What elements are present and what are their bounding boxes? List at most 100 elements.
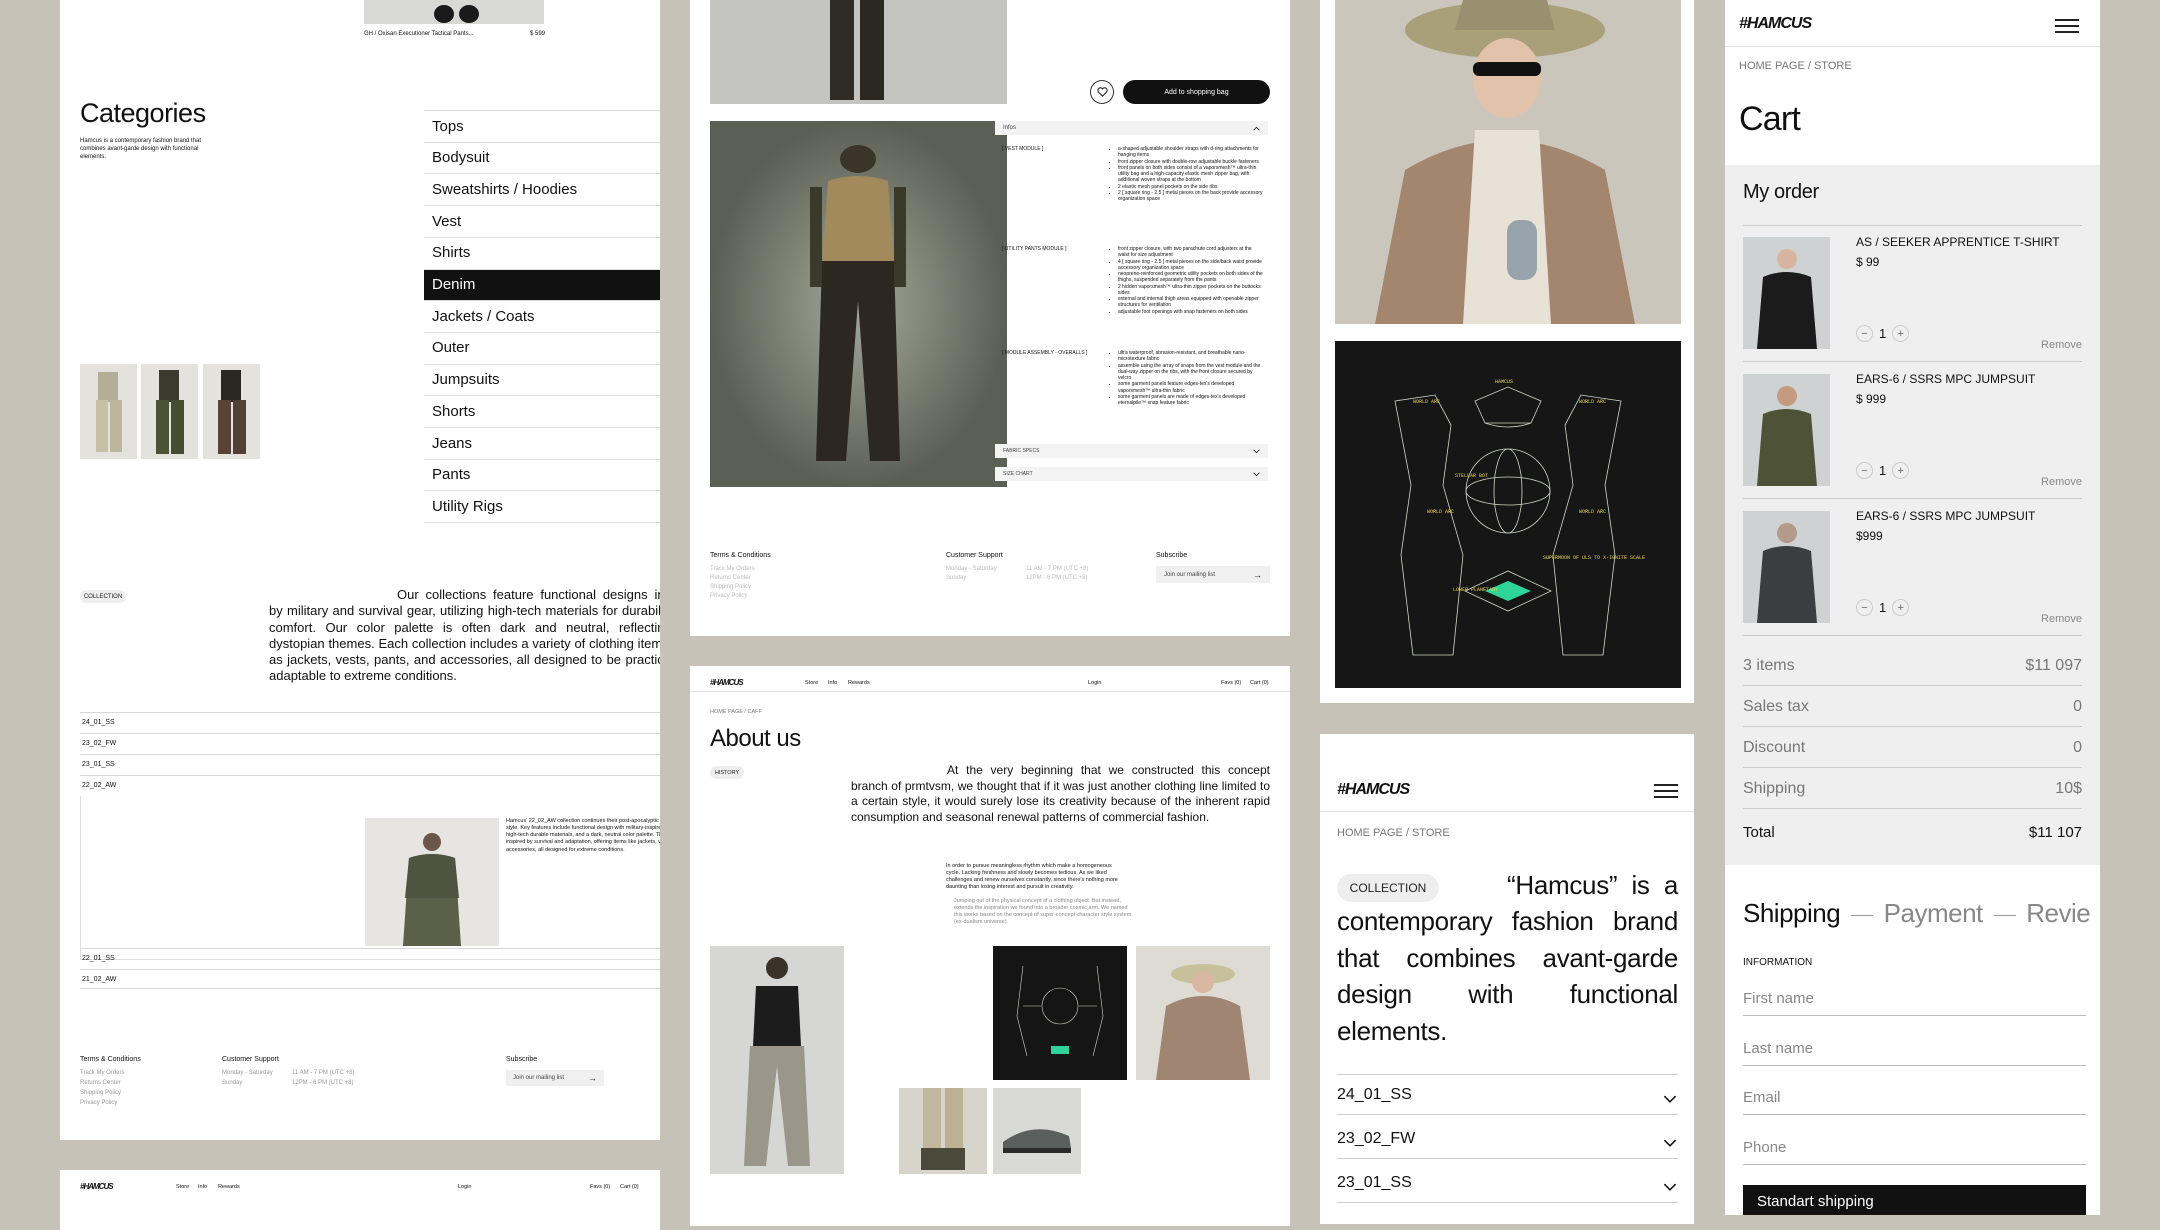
cart-item-photo[interactable] <box>1743 237 1830 349</box>
summary-row: Sales tax 0 <box>1743 686 2082 727</box>
about-photo-jacket[interactable] <box>1136 946 1270 1080</box>
footer-link[interactable]: Privacy Policy <box>80 1100 117 1106</box>
season-row[interactable]: 24_01_SS <box>80 712 660 732</box>
product-thumbnail[interactable] <box>364 0 544 24</box>
first-name-field[interactable]: First name <box>1743 990 2086 1016</box>
remove-link[interactable]: Remove <box>2041 613 2082 625</box>
footer-link[interactable]: Privacy Policy <box>710 593 747 599</box>
remove-link[interactable]: Remove <box>2041 476 2082 488</box>
category-item[interactable]: Shorts(4) <box>424 395 660 426</box>
season-row[interactable]: 23_01_SS <box>1337 1162 1678 1203</box>
cart-item-photo[interactable] <box>1743 511 1830 623</box>
footer-link[interactable]: Track My Orders <box>80 1070 124 1076</box>
email-field[interactable]: Email <box>1743 1089 2086 1115</box>
info-bullets: front zipper closure, with two parachute… <box>1112 246 1264 315</box>
about-photo-shoe[interactable] <box>993 1088 1081 1174</box>
category-item[interactable]: Outer(12) <box>424 331 660 363</box>
chevron-down-icon <box>1663 1183 1677 1191</box>
thumb-1[interactable] <box>80 364 137 459</box>
plus-button[interactable]: + <box>1892 462 1910 479</box>
brand-logo[interactable]: #HAMCUS <box>1337 781 1410 799</box>
standard-shipping-option[interactable]: Standart shipping <box>1743 1185 2086 1215</box>
category-item[interactable]: Jackets / Coats(9) <box>424 300 660 331</box>
category-item[interactable]: Vest(8) <box>424 205 660 236</box>
favorite-button[interactable] <box>1090 80 1114 104</box>
season-row[interactable]: 23_02_FW <box>80 733 660 753</box>
season-row[interactable]: 21_02_AW <box>80 969 660 989</box>
footer-link[interactable]: Returns Center <box>80 1080 121 1086</box>
add-to-bag-button[interactable]: Add to shopping bag <box>1123 80 1270 104</box>
arrow-right-icon[interactable]: → <box>1253 570 1262 580</box>
size-chart-accordion[interactable]: SIZE CHART <box>995 467 1268 481</box>
season-photo[interactable] <box>365 818 499 946</box>
footer-link[interactable]: Returns Center <box>710 575 751 581</box>
category-item[interactable]: Shirts(7) <box>424 236 660 268</box>
nav-login[interactable]: Login <box>458 1184 471 1190</box>
category-item[interactable]: Pants(18) <box>424 458 660 490</box>
season-row[interactable]: 24_01_SS <box>1337 1074 1678 1115</box>
step-shipping[interactable]: Shipping <box>1743 898 1841 928</box>
mailing-input[interactable]: Join our mailing list → <box>1156 566 1270 583</box>
brand-logo[interactable]: #HAMCUS <box>710 678 744 687</box>
category-item[interactable]: Sweatshirts / Hoodies(21) <box>424 173 660 204</box>
arrow-right-icon[interactable]: → <box>588 1073 597 1083</box>
category-item[interactable]: Jeans(24) <box>424 427 660 458</box>
footer-link[interactable]: Shipping Policy <box>80 1090 121 1096</box>
plus-button[interactable]: + <box>1892 599 1910 616</box>
nav-store[interactable]: Store <box>805 680 818 686</box>
step-review[interactable]: Revie <box>2026 898 2090 928</box>
season-row[interactable]: 23_02_FW <box>1337 1118 1678 1159</box>
nav-favs[interactable]: Favs (0) <box>590 1184 610 1190</box>
category-item[interactable]: Denim(15) <box>424 268 660 300</box>
nav-cart[interactable]: Cart (0) <box>1250 680 1269 686</box>
infos-accordion[interactable]: Infos <box>995 121 1268 135</box>
breadcrumb[interactable]: HOME PAGE / STORE <box>1739 60 1852 72</box>
menu-icon[interactable] <box>1654 784 1678 798</box>
breadcrumb[interactable]: HOME PAGE / CAFF <box>710 709 762 715</box>
minus-button[interactable]: − <box>1856 599 1873 616</box>
jacket-photo[interactable] <box>1335 0 1681 324</box>
remove-link[interactable]: Remove <box>2041 339 2082 351</box>
about-photo-model[interactable] <box>710 946 844 1174</box>
total-row: Total $11 107 <box>1743 824 2082 841</box>
footer-link[interactable]: Shipping Policy <box>710 584 751 590</box>
nav-store[interactable]: Store <box>176 1184 189 1190</box>
season-row-open[interactable]: 22_02_AW <box>80 775 660 795</box>
fabric-specs-accordion[interactable]: FABRIC SPECS <box>995 444 1268 458</box>
phone-field[interactable]: Phone <box>1743 1139 2086 1165</box>
minus-button[interactable]: − <box>1856 462 1873 479</box>
nav-cart[interactable]: Cart (0) <box>620 1184 639 1190</box>
cart-item-photo[interactable] <box>1743 374 1830 486</box>
thumb-3[interactable] <box>203 364 260 459</box>
brand-logo[interactable]: #HAMCUS <box>80 1182 114 1191</box>
about-photo-pants[interactable] <box>899 1088 987 1174</box>
wireframe-illustration[interactable]: HAMCUS WORLD ARC WORLD ARC STELLAR BOT W… <box>1335 341 1681 688</box>
nav-info[interactable]: Info <box>198 1184 207 1190</box>
mailing-input[interactable]: Join our mailing list → <box>506 1070 604 1086</box>
nav-rewards[interactable]: Rewards <box>848 680 870 686</box>
plus-button[interactable]: + <box>1892 325 1910 342</box>
nav-login[interactable]: Login <box>1088 680 1101 686</box>
category-item[interactable]: Bodysuit(12) <box>424 141 660 173</box>
product-photo-top[interactable] <box>710 0 1007 104</box>
menu-icon[interactable] <box>2055 19 2079 33</box>
breadcrumb[interactable]: HOME PAGE / STORE <box>1337 827 1450 839</box>
product-photo-back[interactable] <box>710 121 1007 487</box>
nav-info[interactable]: Info <box>828 680 837 686</box>
minus-button[interactable]: − <box>1856 325 1873 342</box>
step-payment[interactable]: Payment <box>1884 898 1984 928</box>
last-name-field[interactable]: Last name <box>1743 1040 2086 1066</box>
season-row[interactable]: 23_01_SS <box>80 754 660 774</box>
category-item[interactable]: Jumpsuits(16) <box>424 363 660 395</box>
summary-label: Shipping <box>1743 780 1806 797</box>
support-hours: 11 AM - 7 PM (UTC +8) <box>1026 566 1089 572</box>
brand-logo[interactable]: #HAMCUS <box>1739 15 1812 33</box>
category-item[interactable]: Tops(6) <box>424 110 660 141</box>
season-row[interactable]: 22_01_SS <box>80 948 660 968</box>
category-item[interactable]: Utility Rigs(6) <box>424 490 660 521</box>
nav-rewards[interactable]: Rewards <box>218 1184 240 1190</box>
nav-favs[interactable]: Favs (0) <box>1221 680 1241 686</box>
about-photo-wireframe[interactable] <box>993 946 1127 1080</box>
thumb-2[interactable] <box>141 364 198 459</box>
footer-link[interactable]: Track My Orders <box>710 566 754 572</box>
